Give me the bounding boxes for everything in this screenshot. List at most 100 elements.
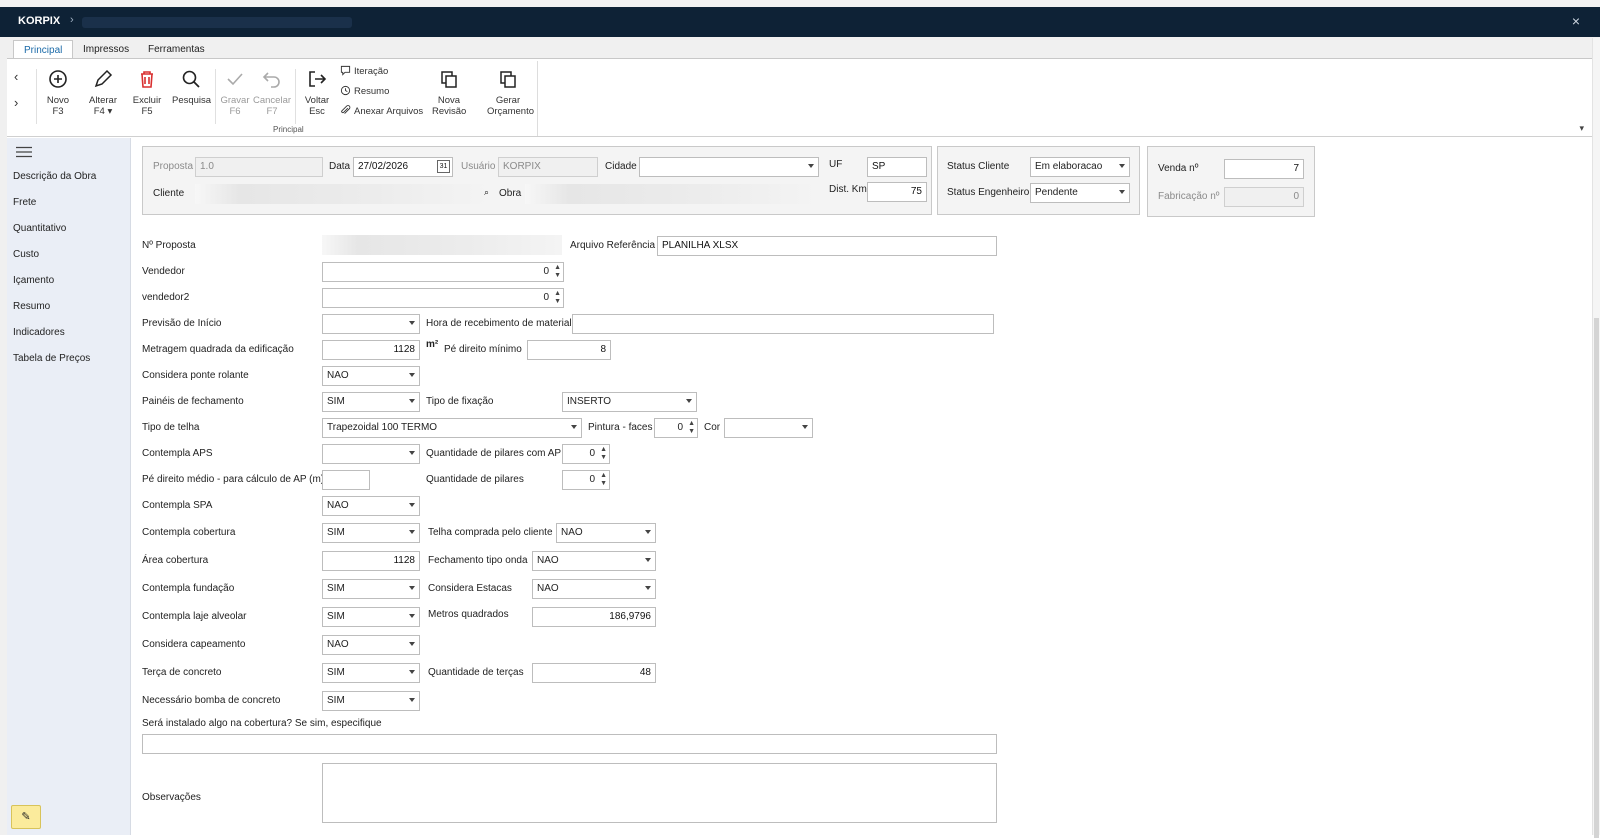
proposta-label: Proposta — [153, 161, 194, 172]
sidebar-item-icamento[interactable]: Içamento — [13, 275, 54, 286]
novo-button[interactable]: Novo F3 — [46, 67, 70, 117]
contempla-cobertura-label: Contempla cobertura — [142, 527, 236, 538]
data-field[interactable]: 27/02/2026 31 — [353, 157, 453, 177]
pesquisa-button[interactable]: Pesquisa — [172, 67, 211, 106]
spin-arrows-icon[interactable]: ▲ ▼ — [554, 264, 561, 280]
chevron-down-icon — [409, 530, 415, 534]
cidade-select[interactable] — [639, 157, 819, 177]
bomba-concreto-value: SIM — [327, 695, 345, 706]
bomba-concreto-select[interactable]: SIM — [322, 691, 420, 711]
contempla-aps-select[interactable] — [322, 444, 420, 464]
tipo-telha-select[interactable]: Trapezoidal 100 TERMO — [322, 418, 582, 438]
scrollbar-thumb[interactable] — [1594, 318, 1599, 838]
terca-concreto-select[interactable]: SIM — [322, 663, 420, 683]
vendedor2-stepper[interactable]: 0 ▲ ▼ — [322, 288, 564, 308]
back-arrow-icon[interactable]: ‹ — [14, 69, 18, 84]
sidebar-item-custo[interactable]: Custo — [13, 249, 39, 260]
tab-impressos[interactable]: Impressos — [73, 40, 139, 60]
instalado-cobertura-field[interactable] — [142, 734, 997, 754]
paineis-label: Painéis de fechamento — [142, 396, 244, 407]
area-cobertura-field[interactable]: 1128 — [322, 551, 420, 571]
cor-select[interactable] — [724, 418, 813, 438]
window-scrollbar[interactable] — [1592, 38, 1600, 838]
chevron-down-icon — [808, 164, 814, 168]
history-icon — [340, 85, 351, 96]
dist-km-field[interactable]: 75 — [867, 182, 927, 202]
nproposta-field[interactable] — [322, 235, 562, 255]
contempla-fundacao-select[interactable]: SIM — [322, 579, 420, 599]
sidebar-item-frete[interactable]: Frete — [13, 197, 36, 208]
separator — [215, 69, 216, 124]
spin-arrows-icon[interactable]: ▲ ▼ — [600, 446, 607, 462]
qtd-pilares-stepper[interactable]: 0 ▲ ▼ — [562, 470, 610, 490]
alterar-label: Alterar — [89, 95, 117, 106]
gerar-orcamento-button[interactable]: Gerar Orçamento — [487, 67, 534, 117]
pe-direito-medio-field[interactable] — [322, 470, 370, 490]
cancelar-button[interactable]: Cancelar F7 — [253, 67, 291, 117]
excluir-button[interactable]: Excluir F5 — [132, 67, 162, 117]
sidebar-item-quantitativo[interactable]: Quantitativo — [13, 223, 66, 234]
sidebar-item-indicadores[interactable]: Indicadores — [13, 327, 65, 338]
ponte-rolante-select[interactable]: NAO — [322, 366, 420, 386]
terca-concreto-label: Terça de concreto — [142, 667, 222, 678]
left-edge — [0, 37, 7, 835]
collapse-ribbon-icon[interactable]: ▾ — [1579, 123, 1584, 134]
voltar-button[interactable]: Voltar Esc — [300, 67, 334, 117]
uf-field[interactable]: SP — [867, 157, 927, 177]
telha-cliente-label: Telha comprada pelo cliente — [428, 527, 553, 538]
sidebar: Descrição da Obra Frete Quantitativo Cus… — [7, 138, 131, 835]
anexar-arquivos-button[interactable]: Anexar Arquivos — [340, 105, 423, 117]
observacoes-textarea[interactable] — [322, 763, 997, 823]
telha-cliente-select[interactable]: NAO — [556, 523, 656, 543]
metros-quadrados-field[interactable]: 186,9796 — [532, 607, 656, 627]
paineis-select[interactable]: SIM — [322, 392, 420, 412]
nova-revisao-button[interactable]: Nova Revisão — [432, 67, 466, 117]
status-engenheiro-select[interactable]: Pendente — [1030, 183, 1130, 203]
venda-field[interactable]: 7 — [1224, 159, 1304, 179]
arquivo-referencia-field[interactable]: PLANILHA XLSX — [657, 236, 997, 256]
spin-arrows-icon[interactable]: ▲ ▼ — [554, 290, 561, 306]
hamburger-menu-icon[interactable] — [15, 146, 33, 158]
sidebar-item-descricao-obra[interactable]: Descrição da Obra — [13, 171, 96, 182]
tab-principal[interactable]: Principal — [13, 40, 74, 60]
capeamento-select[interactable]: NAO — [322, 635, 420, 655]
resumo-button[interactable]: Resumo — [340, 85, 389, 97]
iteracao-button[interactable]: Iteração — [340, 65, 388, 77]
proposta-field[interactable]: 1.0 — [195, 157, 323, 177]
cliente-field[interactable]: ⌕ — [195, 184, 491, 204]
tipo-fixacao-value: INSERTO — [567, 396, 612, 407]
contempla-spa-select[interactable]: NAO — [322, 496, 420, 516]
forward-arrow-icon[interactable]: › — [14, 95, 18, 110]
previsao-inicio-select[interactable] — [322, 314, 420, 334]
exit-icon — [309, 71, 327, 87]
tab-ferramentas[interactable]: Ferramentas — [138, 40, 215, 60]
chat-button[interactable]: ✎ — [11, 805, 41, 829]
fabricacao-field[interactable]: 0 — [1224, 187, 1304, 207]
qtd-pilares-ap-stepper[interactable]: 0 ▲ ▼ — [562, 444, 610, 464]
close-icon[interactable]: × — [1572, 13, 1580, 29]
spin-arrows-icon[interactable]: ▲ ▼ — [688, 420, 695, 436]
metragem-field[interactable]: 1128 — [322, 340, 420, 360]
spin-arrows-icon[interactable]: ▲ ▼ — [600, 472, 607, 488]
hora-recebimento-field[interactable] — [572, 314, 994, 334]
pintura-faces-stepper[interactable]: 0 ▲ ▼ — [654, 418, 698, 438]
contempla-cobertura-select[interactable]: SIM — [322, 523, 420, 543]
cor-label: Cor — [704, 422, 721, 433]
gravar-button[interactable]: Gravar F6 — [220, 67, 250, 117]
pe-direito-minimo-field[interactable]: 8 — [527, 340, 611, 360]
laje-alveolar-select[interactable]: SIM — [322, 607, 420, 627]
sidebar-item-tabela-precos[interactable]: Tabela de Preços — [13, 353, 90, 364]
sidebar-item-resumo[interactable]: Resumo — [13, 301, 50, 312]
qtd-tercas-field[interactable]: 48 — [532, 663, 656, 683]
usuario-field[interactable]: KORPIX — [498, 157, 598, 177]
status-cliente-select[interactable]: Em elaboracao — [1030, 157, 1130, 177]
tipo-telha-value: Trapezoidal 100 TERMO — [327, 422, 438, 433]
considera-estacas-select[interactable]: NAO — [532, 579, 656, 599]
obra-field[interactable] — [525, 184, 819, 204]
fechamento-onda-select[interactable]: NAO — [532, 551, 656, 571]
alterar-button[interactable]: Alterar F4 ▾ — [88, 67, 118, 117]
tipo-fixacao-select[interactable]: INSERTO — [562, 392, 697, 412]
vendedor-stepper[interactable]: 0 ▲ ▼ — [322, 262, 564, 282]
search-icon[interactable]: ⌕ — [484, 187, 489, 198]
calendar-icon[interactable]: 31 — [437, 160, 450, 173]
